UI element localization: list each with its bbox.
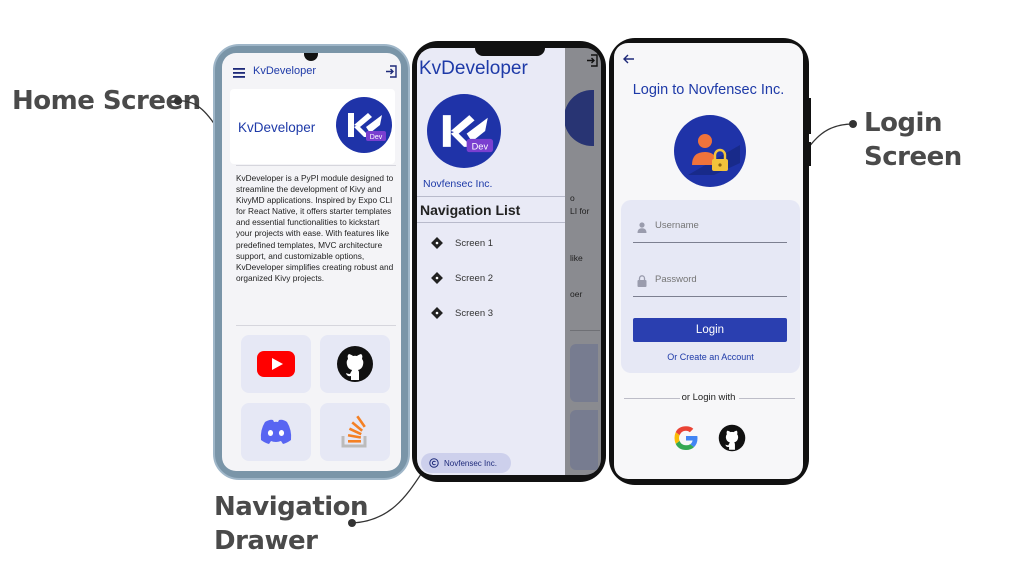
drawer-title: KvDeveloper [419, 58, 528, 79]
lock-icon [637, 275, 647, 287]
github-tile[interactable] [320, 335, 390, 393]
bg-text-4: oer [570, 289, 583, 299]
nav-item-screen-1[interactable]: Screen 1 [431, 237, 493, 249]
google-login-button[interactable] [672, 424, 700, 452]
youtube-tile[interactable] [241, 335, 311, 393]
nav-item-label: Screen 2 [455, 272, 494, 284]
github-login-button[interactable] [718, 424, 746, 452]
youtube-icon [257, 351, 295, 377]
login-title: Login to Novfensec Inc. [632, 82, 785, 98]
bg-tile-peek [570, 344, 598, 402]
callout-home-screen: Home Screen [12, 86, 201, 116]
git-icon [431, 307, 443, 319]
camera-notch [304, 53, 318, 61]
card-title: KvDeveloper [238, 120, 316, 135]
login-screen: Login to Novfensec Inc. Username Login O… [614, 43, 803, 479]
github-icon [718, 424, 746, 452]
nav-item-label: Screen 3 [455, 307, 494, 319]
nav-item-screen-2[interactable]: Screen 2 [431, 272, 493, 284]
create-account-link[interactable]: Or Create an Account [621, 352, 800, 362]
bg-logo-peek [564, 90, 594, 146]
bg-tile-peek [570, 410, 598, 470]
drawer-divider [417, 222, 565, 223]
home-screen: KvDeveloper KvDeveloper Dev KvDeveloper … [222, 53, 401, 471]
git-icon [431, 272, 443, 284]
bg-text-3: like [570, 253, 583, 263]
drawer-divider [417, 196, 565, 197]
callout-drawer-line2: Drawer [214, 526, 318, 556]
drawer-screen: o LI for like oer KvDeveloper Dev Novfen… [417, 48, 601, 475]
logo-badge: Dev [370, 134, 383, 141]
bg-divider [570, 330, 600, 331]
callout-login-screen: Login Screen [864, 108, 962, 172]
bg-text-2: LI for [570, 206, 590, 216]
password-underline [633, 296, 787, 297]
phone-login: Login to Novfensec Inc. Username Login O… [609, 38, 811, 485]
password-input[interactable] [655, 274, 783, 285]
stackoverflow-icon [341, 415, 367, 448]
bg-logout-icon [586, 54, 598, 67]
username-underline [633, 242, 787, 243]
drawer-list-title: Navigation List [420, 202, 521, 218]
back-arrow-icon[interactable] [623, 54, 635, 64]
copyright-icon [429, 458, 439, 468]
logout-icon[interactable] [385, 65, 397, 78]
drawer-footer-chip[interactable]: Novfensec Inc. [421, 453, 511, 473]
username-input[interactable] [655, 220, 783, 231]
stackoverflow-tile[interactable] [320, 403, 390, 461]
camera-notch [475, 48, 545, 56]
discord-icon [260, 419, 292, 444]
description-text: KvDeveloper is a PyPI module designed to… [236, 173, 394, 283]
nav-item-screen-3[interactable]: Screen 3 [431, 307, 493, 319]
user-lock-icon [674, 115, 746, 187]
bg-text-1: o [570, 193, 575, 203]
side-button [808, 98, 811, 134]
kv-logo-icon: Dev [336, 97, 392, 153]
connector-dot-login [849, 120, 857, 128]
navigation-drawer: KvDeveloper Dev Novfensec Inc. Navigatio… [417, 48, 565, 475]
login-button[interactable]: Login [633, 318, 787, 342]
username-field[interactable] [633, 218, 787, 243]
person-icon [637, 222, 647, 233]
login-form-card: Login Or Create an Account [621, 200, 800, 373]
github-icon [337, 346, 373, 382]
discord-tile[interactable] [241, 403, 311, 461]
password-field[interactable] [633, 272, 787, 297]
phone-drawer: o LI for like oer KvDeveloper Dev Novfen… [412, 41, 606, 482]
callout-navigation-drawer: Navigation Drawer [214, 490, 369, 558]
drawer-logo-badge: Dev [472, 142, 489, 152]
app-title: KvDeveloper [253, 65, 316, 77]
google-icon [674, 426, 698, 450]
nav-item-label: Screen 1 [455, 237, 494, 249]
drawer-footer-label: Novfensec Inc. [444, 458, 497, 468]
divider [236, 325, 396, 326]
divider [236, 165, 396, 166]
side-button [808, 142, 811, 166]
drawer-kv-logo-icon: Dev [427, 94, 501, 168]
or-divider-right [739, 398, 795, 399]
callout-drawer-line1: Navigation [214, 492, 369, 522]
drawer-org: Novfensec Inc. [423, 178, 493, 190]
git-icon [431, 237, 443, 249]
phone-home: KvDeveloper KvDeveloper Dev KvDeveloper … [213, 44, 410, 480]
menu-icon[interactable] [233, 68, 245, 78]
